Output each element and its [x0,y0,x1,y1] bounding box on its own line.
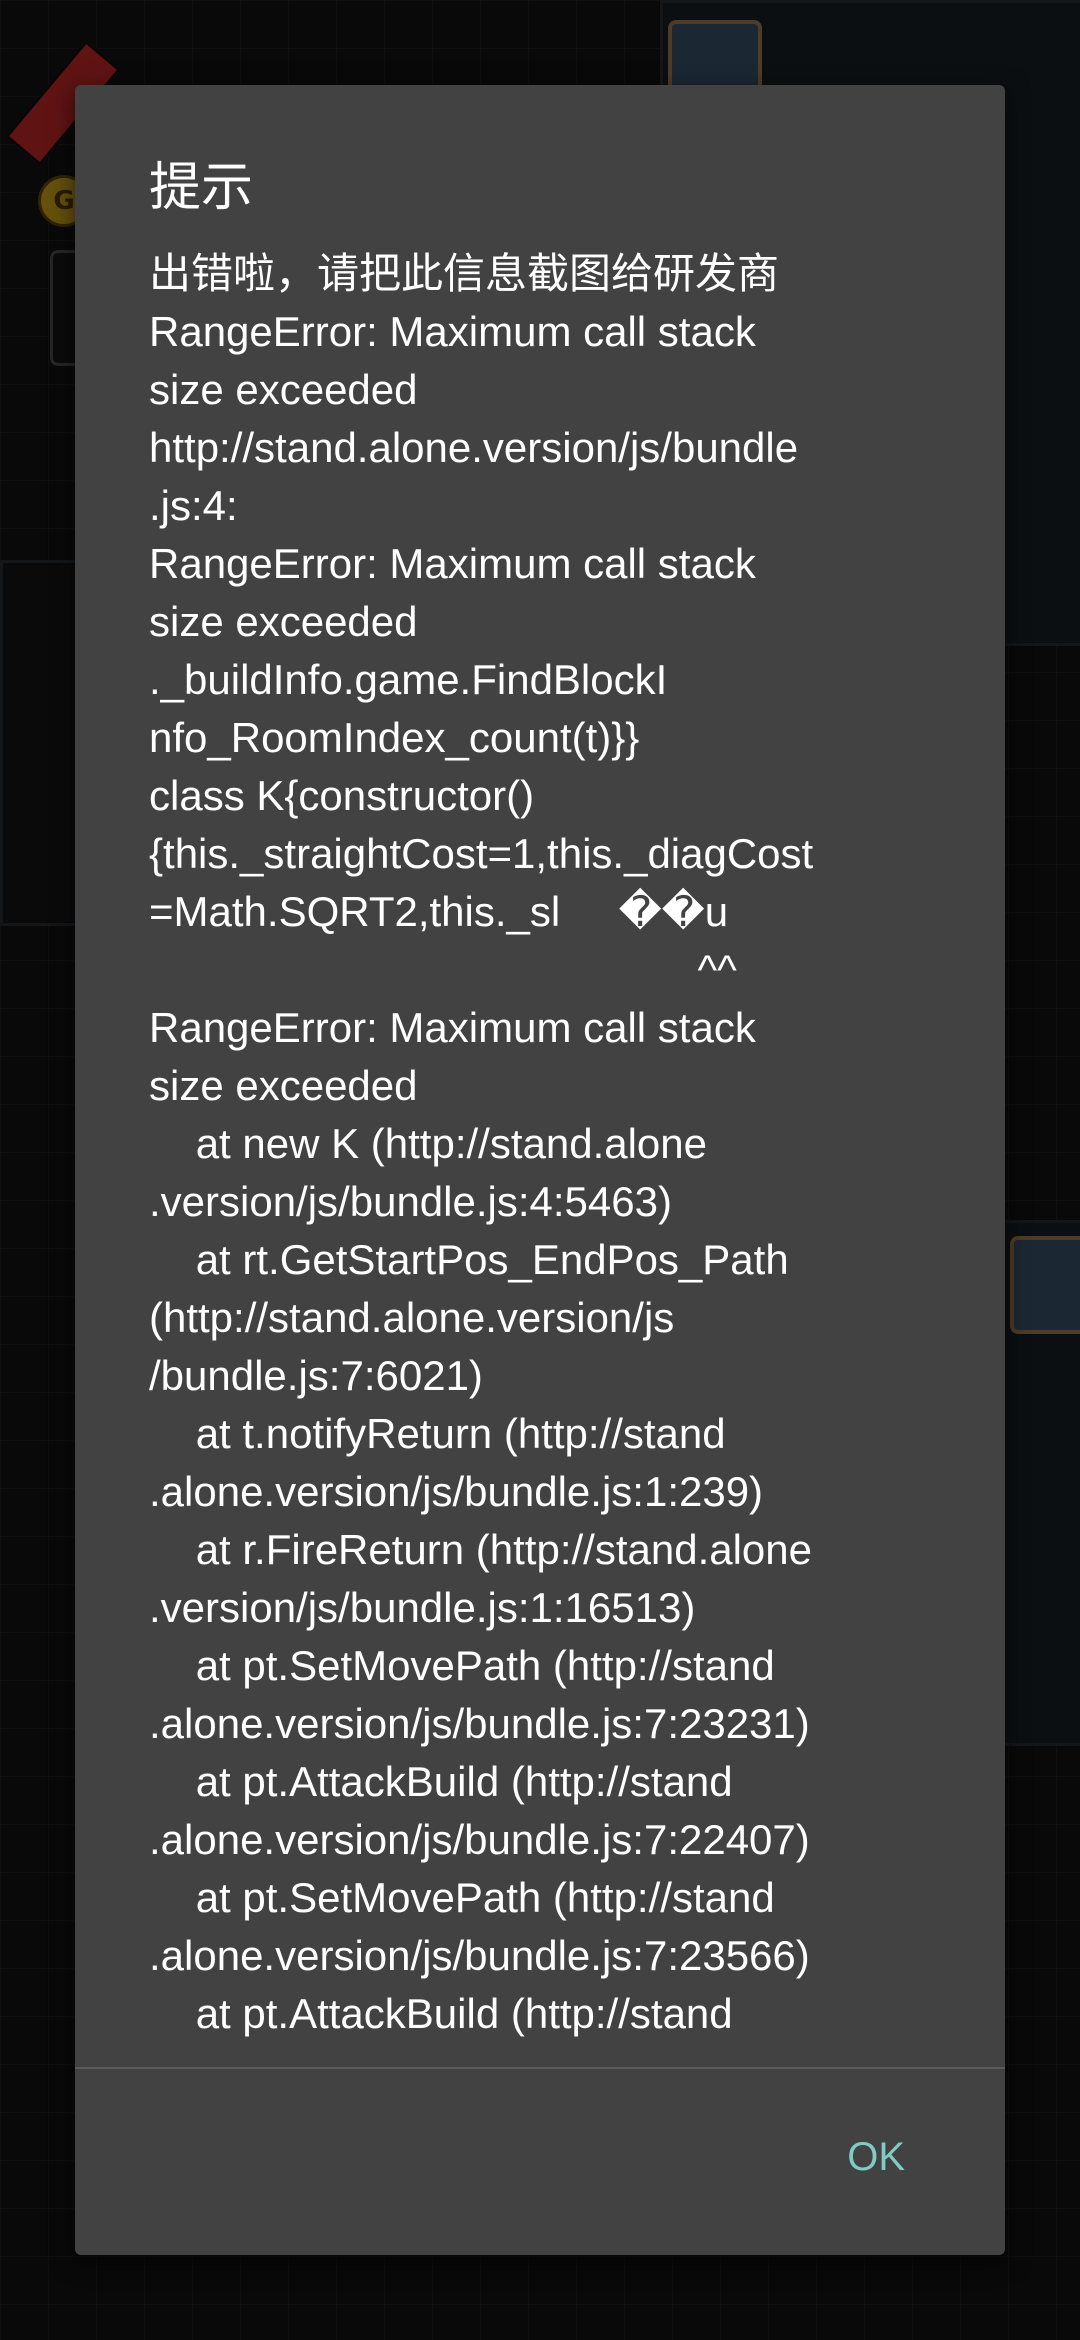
message-line: at pt.SetMovePath (http://stand [149,1874,775,1921]
message-line: (http://stand.alone.version/js [149,1294,675,1341]
message-line: at pt.SetMovePath (http://stand [149,1642,775,1689]
message-line: http://stand.alone.version/js/bundle [149,424,799,471]
message-line: class K{constructor() [149,772,535,819]
message-line: .js:4: [149,482,238,529]
message-line: {this._straightCost=1,this._diagCost [149,830,814,877]
message-line: at rt.GetStartPos_EndPos_Path [149,1236,789,1283]
message-line: at t.notifyReturn (http://stand [149,1410,726,1457]
message-line: at pt.AttackBuild (http://stand [149,1758,733,1805]
ok-button[interactable]: OK [837,2125,915,2190]
message-line: ._buildInfo.game.FindBlockI [149,656,668,703]
message-line: at new K (http://stand.alone [149,1120,708,1167]
message-line: .version/js/bundle.js:4:5463) [149,1178,672,1225]
message-line: size exceeded [149,1062,418,1109]
dialog-divider [75,2067,1005,2069]
message-line: /bundle.js:7:6021) [149,1352,483,1399]
error-dialog: 提示 出错啦，请把此信息截图给研发商 RangeError: Maximum ca… [75,85,1005,2255]
message-line: .alone.version/js/bundle.js:7:23231) [149,1700,810,1747]
message-line: RangeError: Maximum call stack [149,540,756,587]
message-line: RangeError: Maximum call stack [149,1004,756,1051]
message-line: at r.FireReturn (http://stand.alone [149,1526,813,1573]
message-line: size exceeded [149,366,418,413]
message-line: .alone.version/js/bundle.js:7:23566) [149,1932,810,1979]
message-line: =Math.SQRT2,this._sl ��u [149,888,729,935]
message-line: at pt.AttackBuild (http://stand [149,1990,733,2037]
message-line: nfo_RoomIndex_count(t)}} [149,714,640,761]
message-line: .version/js/bundle.js:1:16513) [149,1584,696,1631]
message-line: size exceeded [149,598,418,645]
message-line: .alone.version/js/bundle.js:7:22407) [149,1816,810,1863]
message-line: RangeError: Maximum call stack [149,308,756,355]
dialog-message[interactable]: 出错啦，请把此信息截图给研发商 RangeError: Maximum call … [149,245,1009,2155]
message-line: 出错啦，请把此信息截图给研发商 [149,250,780,297]
message-line: ^^ [149,946,737,993]
message-line: .alone.version/js/bundle.js:1:239) [149,1468,764,1515]
dialog-title: 提示 [149,158,254,218]
